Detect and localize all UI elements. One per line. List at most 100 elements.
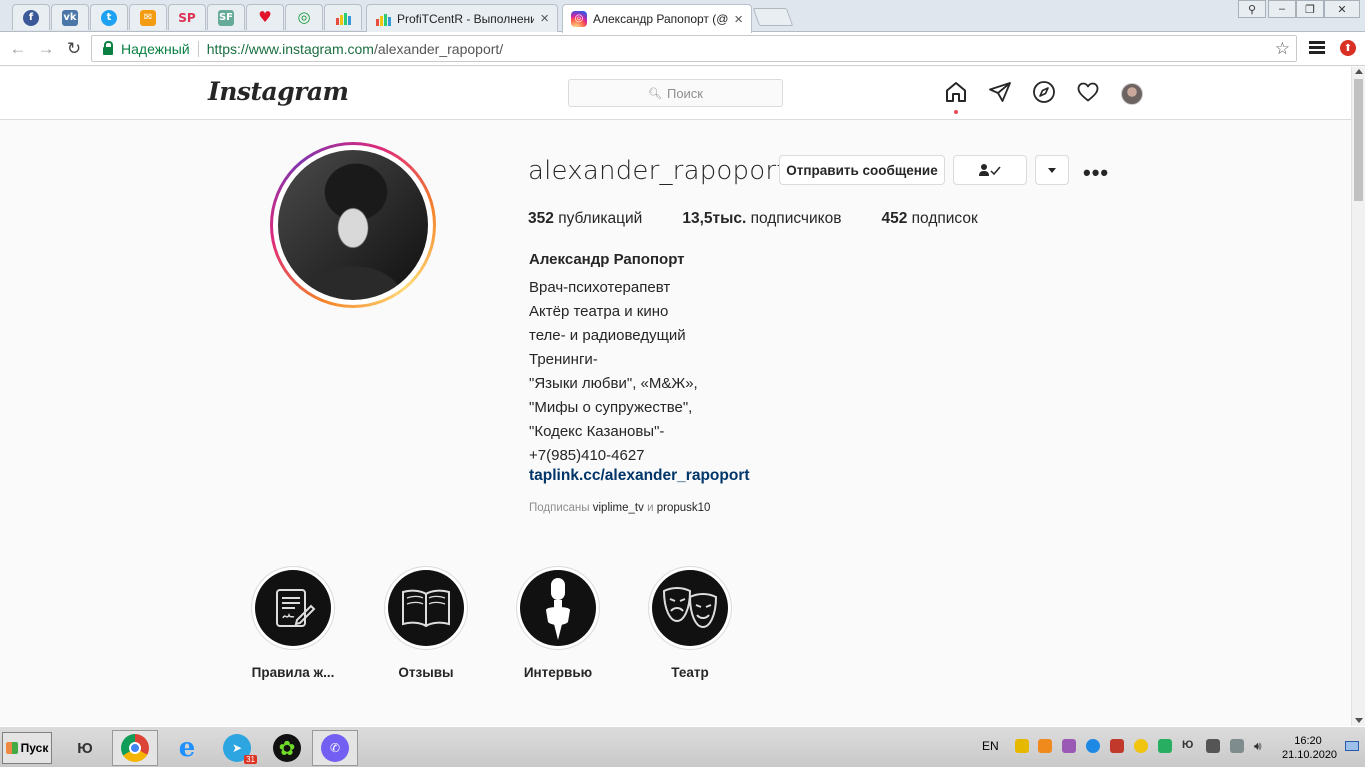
scroll-down-arrow-icon[interactable] <box>1355 718 1363 723</box>
send-message-button[interactable]: Отправить сообщение <box>779 155 945 185</box>
chevron-down-icon <box>1048 167 1056 173</box>
pinned-tab-spiral[interactable]: ◎ <box>285 4 323 30</box>
microphone-icon <box>546 578 570 640</box>
tray-z-icon[interactable] <box>1086 739 1100 753</box>
bio-line: Врач-психотерапевт <box>529 279 671 296</box>
clock-date: 21.10.2020 <box>1282 749 1338 761</box>
followers-label: подписчиков <box>750 210 842 227</box>
tab-title: Александр Рапопорт (@al <box>593 12 729 26</box>
close-icon[interactable]: × <box>734 11 743 28</box>
tray-fox-icon[interactable] <box>1038 739 1052 753</box>
tray-flower-icon[interactable] <box>1134 739 1148 753</box>
highlight-cover <box>388 570 464 646</box>
scroll-up-arrow-icon[interactable] <box>1355 69 1363 74</box>
taskbar-telegram[interactable]: ➤ 31 <box>214 730 260 766</box>
tray-network-icon[interactable] <box>1230 739 1244 753</box>
bio-line: Тренинги- <box>529 351 598 368</box>
reload-button[interactable]: ↻ <box>63 38 85 60</box>
language-indicator[interactable]: EN <box>982 739 999 753</box>
system-clock[interactable]: 16:20 21.10.2020 <box>1282 734 1338 762</box>
facebook-icon: f <box>23 9 39 26</box>
highlight-label: Театр <box>671 665 709 680</box>
pinned-tab-sp[interactable]: SP <box>168 4 206 30</box>
spiral-icon: ◎ <box>297 8 311 26</box>
profile-picture[interactable] <box>270 142 436 308</box>
highlight-ring <box>516 566 600 650</box>
taskbar-ie[interactable]: e <box>164 730 210 766</box>
highlight-ring <box>648 566 732 650</box>
posts-label: публикаций <box>558 210 643 227</box>
followed-by-user-link[interactable]: propusk10 <box>657 502 711 514</box>
bookmark-star-icon[interactable]: ☆ <box>1275 39 1290 59</box>
taskbar-chrome[interactable] <box>112 730 158 766</box>
tab-profitcentr[interactable]: ProfiTCentR - Выполнение × <box>366 4 558 32</box>
instagram-logo[interactable]: Instagram <box>208 77 349 106</box>
url-host: https://www.instagram.com <box>206 40 374 57</box>
scrollbar-thumb[interactable] <box>1354 79 1363 201</box>
instagram-header: Instagram 🔍︎ Поиск <box>0 67 1351 120</box>
extension-icon[interactable]: ⬆ <box>1340 40 1356 56</box>
search-input[interactable]: 🔍︎ Поиск <box>568 79 783 107</box>
highlight-rules[interactable]: Правила ж... <box>243 566 343 680</box>
browser-menu-icon[interactable] <box>1309 41 1325 55</box>
explore-icon[interactable] <box>1032 80 1056 104</box>
tray-yu-icon[interactable]: Ю <box>1182 739 1196 753</box>
following-button[interactable] <box>953 155 1027 185</box>
forward-button[interactable]: → <box>35 38 57 60</box>
secure-label: Надежный <box>121 40 190 57</box>
profile-username: alexander_rapoport <box>528 156 787 186</box>
start-button[interactable]: Пуск <box>2 732 52 764</box>
tray-shield-icon[interactable] <box>1015 739 1029 753</box>
pinned-tab-vk[interactable]: vk <box>51 4 89 30</box>
pinned-tab-sf[interactable]: SF <box>207 4 245 30</box>
home-icon[interactable] <box>944 80 968 104</box>
vk-icon: vk <box>62 9 78 26</box>
profile-user-icon[interactable]: ⚲ <box>1238 0 1266 18</box>
yu-icon: Ю <box>77 739 93 757</box>
taskbar-viber[interactable]: ✆ <box>312 730 358 766</box>
direct-icon[interactable] <box>988 80 1012 104</box>
following-stat[interactable]: 452 подписок <box>881 210 977 228</box>
profile-website-link[interactable]: taplink.cc/alexander_rapoport <box>529 467 750 485</box>
highlight-cover <box>652 570 728 646</box>
minimize-button[interactable]: – <box>1268 0 1296 18</box>
tray-pen-icon[interactable] <box>1062 739 1076 753</box>
highlight-cover <box>520 570 596 646</box>
highlight-interview[interactable]: Интервью <box>508 566 608 680</box>
icq-icon: ✿ <box>273 734 301 762</box>
posts-stat: 352 публикаций <box>528 210 642 228</box>
pinned-tab-mail[interactable]: ✉ <box>129 4 167 30</box>
close-icon[interactable]: × <box>540 10 549 27</box>
open-book-icon <box>402 589 450 628</box>
options-more-icon[interactable]: ••• <box>1083 160 1109 186</box>
taskbar-icq[interactable]: ✿ <box>264 730 310 766</box>
vertical-scrollbar[interactable] <box>1351 67 1365 726</box>
show-desktop-icon[interactable] <box>1345 741 1359 751</box>
activity-heart-icon[interactable] <box>1076 80 1100 104</box>
highlight-theater[interactable]: Театр <box>640 566 740 680</box>
followed-by-label: Подписаны <box>529 502 590 514</box>
pinned-tab-facebook[interactable]: f <box>12 4 50 30</box>
restore-button[interactable]: ❐ <box>1296 0 1324 18</box>
pinned-tab-chart[interactable] <box>324 4 362 30</box>
tray-alert-icon[interactable] <box>1110 739 1124 753</box>
pinned-tab-twitter[interactable]: t <box>90 4 128 30</box>
tray-volume-icon[interactable]: 🔊︎ <box>1254 739 1268 753</box>
tray-phone-icon[interactable] <box>1158 739 1172 753</box>
highlight-reviews[interactable]: Отзывы <box>376 566 476 680</box>
back-button[interactable]: ← <box>7 38 29 60</box>
twitter-icon: t <box>101 9 117 26</box>
close-window-button[interactable]: ✕ <box>1324 0 1360 18</box>
pinned-tab-heart[interactable]: ♥ <box>246 4 284 30</box>
tray-disk-icon[interactable] <box>1206 739 1220 753</box>
followed-by-user-link[interactable]: viplime_tv <box>593 502 644 514</box>
new-tab-button[interactable] <box>752 8 794 26</box>
address-bar[interactable]: Надежный https://www.instagram.com/alexa… <box>91 35 1297 62</box>
tab-instagram[interactable]: ◎ Александр Рапопорт (@al × <box>562 4 752 33</box>
search-icon: 🔍︎ <box>648 87 662 100</box>
taskbar-yu-app[interactable]: Ю <box>62 730 108 766</box>
document-signature-icon <box>276 589 316 627</box>
suggestions-dropdown-button[interactable] <box>1035 155 1069 185</box>
followers-stat[interactable]: 13,5тыс. подписчиков <box>682 210 841 228</box>
profile-avatar[interactable] <box>1121 83 1143 105</box>
